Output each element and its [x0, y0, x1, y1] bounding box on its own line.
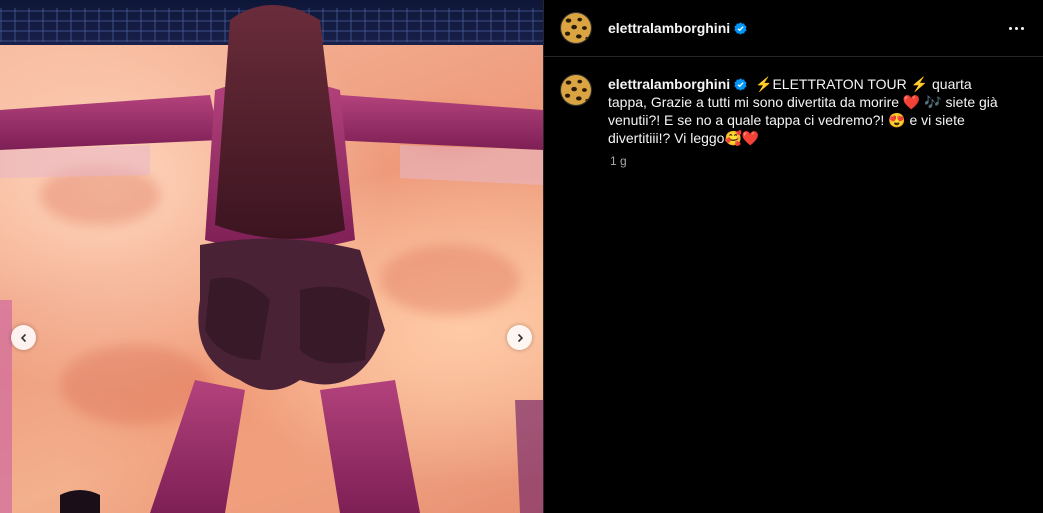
carousel-next-button[interactable] [507, 325, 532, 350]
verified-badge-icon [734, 78, 747, 91]
avatar[interactable] [560, 12, 592, 44]
post-media[interactable] [0, 0, 543, 513]
verified-badge-icon [734, 22, 747, 35]
post-header: elettralamborghini [544, 0, 1043, 57]
leopard-avatar-icon [561, 13, 591, 43]
media-divider [543, 0, 544, 513]
post-timestamp[interactable]: 1 g [610, 154, 627, 168]
caption-username[interactable]: elettralamborghini [608, 76, 747, 92]
more-options-button[interactable] [1005, 18, 1027, 38]
header-username-text[interactable]: elettralamborghini [608, 20, 730, 36]
caption-avatar[interactable] [560, 74, 592, 106]
carousel-prev-button[interactable] [11, 325, 36, 350]
chevron-right-icon [517, 333, 523, 342]
chevron-left-icon [20, 333, 26, 342]
header-username[interactable]: elettralamborghini [608, 20, 747, 36]
leopard-avatar-icon [561, 75, 591, 105]
more-horizontal-icon [1008, 26, 1012, 30]
caption-text-block: elettralamborghini ⚡️ELETTRATON TOUR ⚡️ … [608, 75, 1008, 147]
performer-photo [0, 5, 543, 513]
